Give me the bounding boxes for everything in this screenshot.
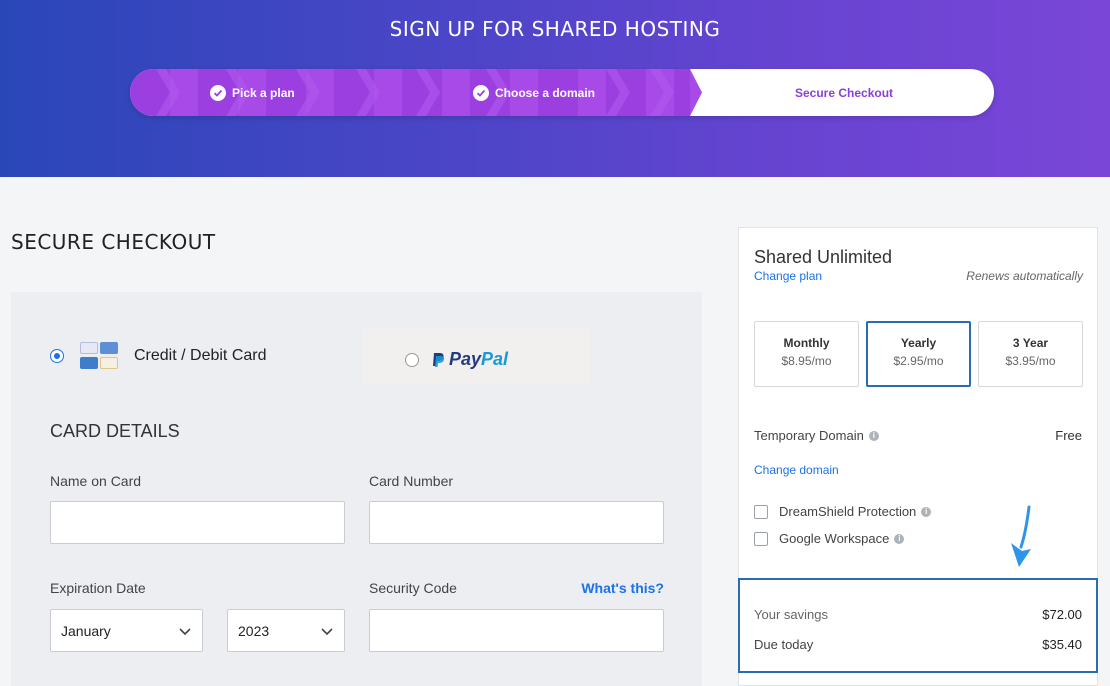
paypal-option[interactable]: PayPal [363, 328, 589, 384]
chevron-down-icon [321, 628, 333, 636]
security-code-label: Security Code [369, 580, 457, 596]
step-pick-plan[interactable]: Pick a plan [210, 69, 295, 116]
payment-panel: Credit / Debit Card PayPal CARD DETAILS … [11, 292, 702, 686]
card-payment-option[interactable]: Credit / Debit Card [50, 340, 267, 372]
term-name: 3 Year [1012, 336, 1049, 350]
term-monthly[interactable]: Monthly $8.95/mo [754, 321, 859, 387]
renews-note: Renews automatically [966, 269, 1083, 283]
paypal-radio[interactable] [405, 352, 419, 367]
step-label: Choose a domain [495, 85, 596, 100]
annotation-arrow-icon [1011, 505, 1031, 567]
step-secure-checkout: Secure Checkout [795, 69, 893, 116]
temporary-domain-label: Temporary Domain i [754, 428, 879, 443]
signup-header: SIGN UP FOR SHARED HOSTING Pick a plan C… [0, 0, 1110, 177]
info-icon[interactable]: i [868, 430, 879, 441]
due-today-value: $35.40 [1042, 637, 1082, 652]
addon-label: Google Workspace [779, 531, 890, 546]
paypal-text-pay: Pay [449, 349, 482, 369]
name-on-card-input[interactable] [50, 501, 345, 544]
change-domain-link[interactable]: Change domain [754, 463, 839, 477]
expiration-month-value: January [61, 622, 111, 639]
expiration-year-select[interactable]: 2023 [227, 609, 345, 652]
temporary-domain-text: Temporary Domain [754, 428, 864, 443]
expiration-year-value: 2023 [238, 622, 270, 639]
step-label: Secure Checkout [795, 85, 894, 100]
addon-google-workspace[interactable]: Google Workspace i [754, 531, 905, 546]
checkout-stepper: Pick a plan Choose a domain Secure Check… [130, 69, 994, 116]
change-plan-link[interactable]: Change plan [754, 269, 822, 283]
term-yearly[interactable]: Yearly $2.95/mo [866, 321, 971, 387]
chevron-decoration [296, 69, 320, 116]
credit-cards-icon [78, 340, 120, 372]
card-option-label: Credit / Debit Card [134, 347, 267, 364]
expiration-month-select[interactable]: January [50, 609, 203, 652]
card-details-title: CARD DETAILS [50, 421, 180, 441]
chevron-down-icon [179, 628, 191, 636]
card-number-label: Card Number [369, 473, 454, 489]
card-number-input[interactable] [369, 501, 664, 544]
term-3-year[interactable]: 3 Year $3.95/mo [978, 321, 1083, 387]
term-price: $2.95/mo [893, 354, 944, 368]
page-title: SECURE CHECKOUT [11, 230, 216, 254]
info-icon[interactable]: i [894, 533, 905, 544]
term-price: $8.95/mo [781, 354, 832, 368]
dreamshield-checkbox[interactable] [754, 504, 768, 519]
name-on-card-label: Name on Card [50, 473, 142, 489]
temporary-domain-value: Free [1055, 428, 1082, 443]
addon-dreamshield[interactable]: DreamShield Protection i [754, 504, 932, 519]
term-name: Monthly [783, 336, 830, 350]
whats-this-link[interactable]: What's this? [581, 580, 664, 596]
check-icon [210, 84, 226, 101]
stepper-arrow-tip [690, 69, 702, 116]
paypal-text-pal: Pal [481, 349, 509, 369]
due-today-label: Due today [754, 637, 814, 652]
chevron-decoration [156, 69, 180, 116]
addon-label: DreamShield Protection [779, 504, 917, 519]
header-title: SIGN UP FOR SHARED HOSTING [389, 17, 721, 41]
info-icon[interactable]: i [921, 506, 932, 517]
savings-value: $72.00 [1042, 607, 1082, 622]
expiration-date-label: Expiration Date [50, 580, 146, 596]
plan-name: Shared Unlimited [754, 247, 893, 267]
step-label: Pick a plan [232, 85, 295, 100]
check-icon [473, 84, 489, 101]
term-price: $3.95/mo [1005, 354, 1056, 368]
chevron-decoration [650, 69, 674, 116]
chevron-decoration [356, 69, 380, 116]
chevron-decoration [606, 69, 630, 116]
security-code-input[interactable] [369, 609, 664, 652]
paypal-logo: PayPal [431, 349, 508, 370]
step-choose-domain[interactable]: Choose a domain [473, 69, 595, 116]
google-workspace-checkbox[interactable] [754, 531, 768, 546]
card-radio[interactable] [50, 349, 64, 363]
order-totals: Your savings $72.00 Due today $35.40 [738, 578, 1098, 673]
savings-label: Your savings [754, 607, 828, 622]
paypal-icon [433, 352, 445, 367]
chevron-decoration [416, 69, 440, 116]
term-name: Yearly [900, 336, 937, 350]
